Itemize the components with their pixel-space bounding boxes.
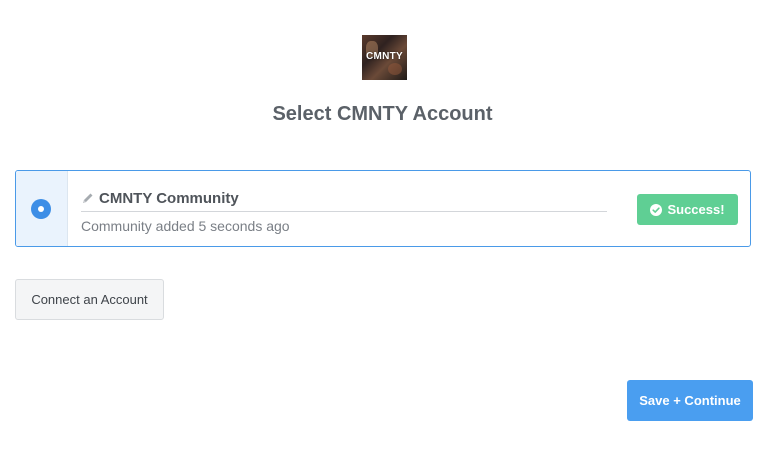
- connect-account-button[interactable]: Connect an Account: [15, 279, 164, 320]
- radio-selected-dot: [38, 206, 44, 212]
- check-circle-icon: [650, 203, 663, 216]
- page-title: Select CMNTY Account: [272, 103, 493, 125]
- account-name: CMNTY Community: [99, 190, 239, 207]
- account-radio-column[interactable]: [16, 171, 68, 246]
- save-continue-button[interactable]: Save + Continue: [627, 380, 753, 421]
- account-name-field[interactable]: CMNTY Community: [81, 189, 607, 212]
- account-radio-button[interactable]: [31, 199, 51, 219]
- cmnty-app-logo: CMNTY: [362, 35, 407, 80]
- status-badge: Success!: [637, 194, 738, 225]
- account-option-card[interactable]: CMNTY Community Community added 5 second…: [15, 170, 751, 247]
- logo-text: CMNTY: [365, 51, 404, 62]
- status-badge-label: Success!: [667, 202, 725, 217]
- account-added-timestamp: Community added 5 seconds ago: [81, 218, 290, 234]
- pencil-icon[interactable]: [81, 191, 95, 205]
